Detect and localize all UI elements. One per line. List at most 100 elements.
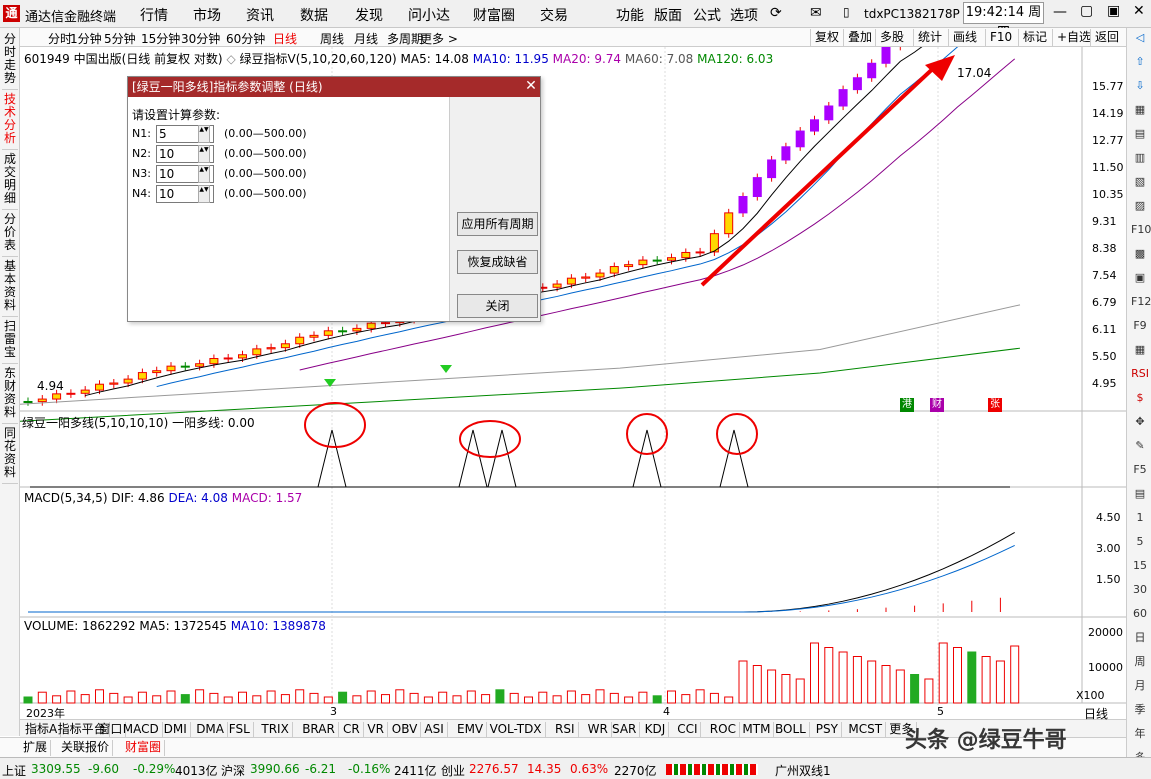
indicator-tab-18[interactable]: KDJ: [642, 722, 670, 738]
right-tool-23[interactable]: 30: [1131, 582, 1149, 598]
left-nav-item-6[interactable]: 东财资料: [0, 367, 20, 419]
right-tool-13[interactable]: ▦: [1131, 342, 1149, 358]
toolbar-right-3[interactable]: 统计: [913, 29, 946, 46]
server-feed[interactable]: 广州双线1: [775, 762, 831, 779]
period-tab-2[interactable]: 5分钟: [104, 30, 136, 47]
left-nav-item-3[interactable]: 分价表: [0, 213, 20, 252]
phone-icon[interactable]: ▯: [843, 5, 850, 19]
indicator-tab-4[interactable]: DMI: [161, 722, 191, 738]
menu-8[interactable]: 功能: [616, 5, 644, 25]
indicator-tab-12[interactable]: ASI: [421, 722, 448, 738]
right-tool-7[interactable]: ▨: [1131, 198, 1149, 214]
right-tool-18[interactable]: F5: [1131, 462, 1149, 478]
right-tool-26[interactable]: 周: [1131, 654, 1149, 670]
period-tab-10[interactable]: 更多 >: [420, 30, 458, 47]
right-tool-15[interactable]: $: [1131, 390, 1149, 406]
period-tab-5[interactable]: 60分钟: [226, 30, 265, 47]
indicator-tab-13[interactable]: EMV: [454, 722, 488, 738]
menu-4[interactable]: 发现: [355, 5, 383, 25]
right-tool-6[interactable]: ▧: [1131, 174, 1149, 190]
menu-11[interactable]: 选项: [730, 5, 758, 25]
indicator-tab-22[interactable]: BOLL: [772, 722, 810, 738]
right-tool-27[interactable]: 月: [1131, 678, 1149, 694]
menu-9[interactable]: 版面: [654, 5, 682, 25]
left-nav-item-2[interactable]: 成交明细: [0, 153, 20, 205]
period-tab-0[interactable]: 分时: [48, 30, 72, 47]
left-nav-item-5[interactable]: 扫雷宝: [0, 320, 20, 359]
indicator-tab-16[interactable]: WR: [585, 722, 612, 738]
toolbar-right-4[interactable]: 画线: [948, 29, 981, 46]
menu-1[interactable]: 市场: [193, 5, 221, 25]
right-tool-28[interactable]: 季: [1131, 702, 1149, 718]
right-tool-14[interactable]: RSI: [1131, 366, 1149, 382]
ext-tab-1[interactable]: 关联报价: [58, 740, 114, 756]
maximize-icon[interactable]: ▢: [1080, 3, 1093, 19]
indicator-tab-23[interactable]: PSY: [813, 722, 842, 738]
right-tool-2[interactable]: ⇩: [1131, 78, 1149, 94]
menu-5[interactable]: 问小达: [408, 5, 450, 25]
right-tool-5[interactable]: ▥: [1131, 150, 1149, 166]
event-badge[interactable]: 张: [988, 398, 1002, 412]
left-nav-item-7[interactable]: 同花资料: [0, 427, 20, 479]
close-button[interactable]: 关闭: [457, 294, 538, 318]
right-tool-22[interactable]: 15: [1131, 558, 1149, 574]
indicator-tab-14[interactable]: VOL-TDX: [487, 722, 546, 738]
mail-icon[interactable]: ✉: [810, 5, 822, 21]
restore-icon[interactable]: ▣: [1107, 3, 1120, 19]
right-tool-1[interactable]: ⇧: [1131, 54, 1149, 70]
right-tool-20[interactable]: 1: [1131, 510, 1149, 526]
spinner-icon[interactable]: ▲▼: [198, 165, 210, 183]
spinner-icon[interactable]: ▲▼: [198, 185, 210, 203]
indicator-tab-19[interactable]: CCI: [674, 722, 702, 738]
indicator-tab-15[interactable]: RSI: [552, 722, 579, 738]
right-tool-0[interactable]: ◁: [1131, 30, 1149, 46]
ext-tab-0[interactable]: 扩展: [20, 740, 52, 756]
indicator-tab-21[interactable]: MTM: [739, 722, 775, 738]
menu-2[interactable]: 资讯: [246, 5, 274, 25]
indicator-tab-17[interactable]: SAR: [609, 722, 641, 738]
right-tool-19[interactable]: ▤: [1131, 486, 1149, 502]
menu-10[interactable]: 公式: [693, 5, 721, 25]
indicator-tab-24[interactable]: MCST: [845, 722, 887, 738]
right-tool-12[interactable]: F9: [1131, 318, 1149, 334]
user-id[interactable]: tdxPC1382178P: [864, 7, 960, 21]
close-icon[interactable]: ✕: [1133, 3, 1145, 19]
right-tool-29[interactable]: 年: [1131, 726, 1149, 742]
right-tool-16[interactable]: ✥: [1131, 414, 1149, 430]
indicator-tab-9[interactable]: CR: [340, 722, 364, 738]
toolbar-right-6[interactable]: 标记: [1018, 29, 1051, 46]
left-nav-item-0[interactable]: 分时走势: [0, 33, 20, 85]
indicator-tab-7[interactable]: TRIX: [258, 722, 293, 738]
indicator-tab-6[interactable]: FSL: [226, 722, 254, 738]
refresh-icon[interactable]: ⟳: [770, 5, 782, 21]
right-tool-11[interactable]: F12: [1131, 294, 1151, 310]
indicator-tab-11[interactable]: OBV: [389, 722, 422, 738]
toolbar-right-7[interactable]: +自选: [1052, 29, 1095, 46]
left-nav-item-1[interactable]: 技术分析: [0, 93, 20, 145]
indicator-tab-10[interactable]: VR: [364, 722, 388, 738]
event-badge[interactable]: 港: [900, 398, 914, 412]
event-badge[interactable]: 财: [930, 398, 944, 412]
period-tab-8[interactable]: 月线: [354, 30, 378, 47]
period-tab-3[interactable]: 15分钟: [141, 30, 180, 47]
menu-7[interactable]: 交易: [540, 5, 568, 25]
period-tab-1[interactable]: 1分钟: [70, 30, 102, 47]
toolbar-right-0[interactable]: 复权: [810, 29, 843, 46]
right-tool-10[interactable]: ▣: [1131, 270, 1149, 286]
spinner-icon[interactable]: ▲▼: [198, 125, 210, 143]
indicator-tab-20[interactable]: ROC: [707, 722, 740, 738]
right-tool-21[interactable]: 5: [1131, 534, 1149, 550]
menu-0[interactable]: 行情: [140, 5, 168, 25]
period-tab-6[interactable]: 日线: [273, 30, 297, 47]
ext-tab-2[interactable]: 财富圈: [122, 740, 166, 756]
period-tab-7[interactable]: 周线: [320, 30, 344, 47]
menu-6[interactable]: 财富圈: [473, 5, 515, 25]
right-tool-17[interactable]: ✎: [1131, 438, 1149, 454]
right-tool-24[interactable]: 60: [1131, 606, 1149, 622]
indicator-tab-3[interactable]: MACD: [120, 722, 163, 738]
indicator-tab-8[interactable]: BRAR: [299, 722, 339, 738]
indicator-tab-5[interactable]: DMA: [193, 722, 228, 738]
right-tool-4[interactable]: ▤: [1131, 126, 1149, 142]
toolbar-right-8[interactable]: 返回: [1090, 29, 1123, 46]
menu-3[interactable]: 数据: [300, 5, 328, 25]
